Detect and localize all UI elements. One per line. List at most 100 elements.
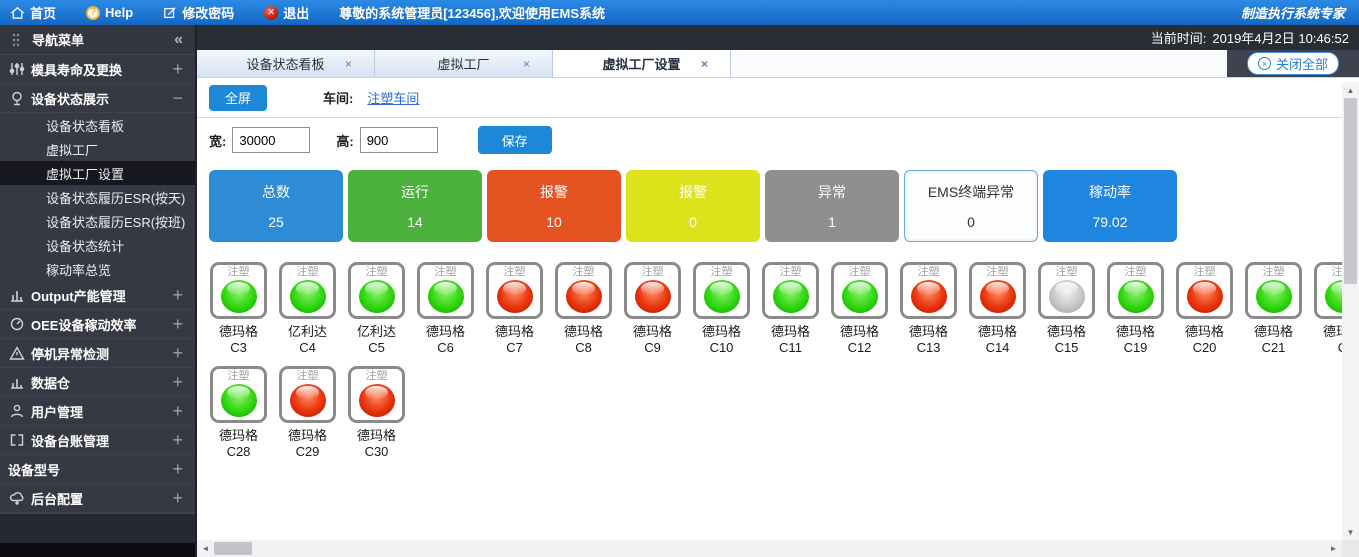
device-tile[interactable]: 注塑 德玛格 C28: [210, 366, 267, 460]
sidebar-footer: [0, 513, 195, 543]
sidebar-item-device-model[interactable]: 设备型号 +: [0, 455, 195, 484]
horizontal-scroll-thumb[interactable]: [214, 542, 252, 555]
scroll-right-arrow[interactable]: ►: [1325, 544, 1342, 553]
device-code: C10: [710, 340, 734, 356]
tab-close-icon[interactable]: ×: [701, 57, 708, 71]
sidebar-item-downtime[interactable]: 停机异常检测 +: [0, 339, 195, 368]
change-password-label: 修改密码: [182, 3, 234, 22]
help-button[interactable]: ? Help: [86, 5, 133, 20]
device-brand: 德玛格: [840, 324, 879, 340]
device-tile[interactable]: 注塑 德玛格 C19: [1107, 262, 1164, 356]
sidebar-item-data-warehouse[interactable]: 数据仓 +: [0, 368, 195, 397]
device-tile[interactable]: 注塑 德玛格 C30: [348, 366, 405, 460]
workshop-link[interactable]: 注塑车间: [367, 88, 419, 107]
stat-label: 报警: [540, 182, 568, 202]
tab-close-icon[interactable]: ×: [345, 57, 352, 71]
device-type-badge: 注塑: [642, 266, 664, 279]
horizontal-scrollbar: ◄ ►: [197, 540, 1359, 557]
device-brand: 德玛格: [357, 428, 396, 444]
height-input[interactable]: [360, 127, 438, 153]
welcome-message: 尊敬的系统管理员[123456],欢迎使用EMS系统: [339, 3, 605, 22]
device-tile[interactable]: 注塑 德玛格 C20: [1176, 262, 1233, 356]
sidebar-item-output[interactable]: Output产能管理 +: [0, 281, 195, 310]
device-tile[interactable]: 注塑 德玛格 C6: [417, 262, 474, 356]
sidebar-item-backend-config[interactable]: 后台配置 +: [0, 484, 195, 513]
sidebar-subitem-esr-by-day[interactable]: 设备状态履历ESR(按天): [0, 185, 195, 209]
expand-icon[interactable]: +: [172, 344, 183, 362]
sidebar-title: 导航菜单: [32, 30, 84, 49]
tab-close-icon[interactable]: ×: [523, 57, 530, 71]
sidebar-item-oee[interactable]: OEE设备稼动效率 +: [0, 310, 195, 339]
sidebar-item-mold-life[interactable]: 模具寿命及更换 +: [0, 55, 195, 84]
device-tile[interactable]: 注塑 德玛格 C10: [693, 262, 750, 356]
device-brand: 德玛格: [1323, 324, 1342, 340]
device-tile[interactable]: 注塑 德玛格 C3: [210, 262, 267, 356]
device-code: C29: [296, 444, 320, 460]
sidebar-item-user-management[interactable]: 用户管理 +: [0, 397, 195, 426]
stat-value: 25: [268, 214, 284, 230]
stat-value: 10: [546, 214, 562, 230]
stat-card-ems-terminal-abnormal: EMS终端异常 0: [904, 170, 1038, 242]
home-button[interactable]: 首页: [10, 3, 56, 22]
scroll-down-arrow[interactable]: ▼: [1342, 524, 1359, 540]
page-content: 全屏 车间: 注塑车间 宽: 高: 保存 总数 25: [197, 78, 1359, 540]
device-tile[interactable]: 注塑 德玛格 C29: [279, 366, 336, 460]
device-tile[interactable]: 注塑 德玛格 C12: [831, 262, 888, 356]
clock-label: 当前时间:: [1151, 28, 1207, 47]
vertical-scroll-thumb[interactable]: [1344, 98, 1357, 284]
downtime-warning-icon: [8, 345, 26, 361]
navigation-sidebar: 导航菜单 « 模具寿命及更换 + 设备状态展示 − 设备状态看板 虚拟工厂 虚拟…: [0, 25, 195, 557]
drag-dots-icon: [12, 32, 20, 48]
device-tile[interactable]: 注塑 德玛格 C9: [624, 262, 681, 356]
sidebar-item-equipment-ledger[interactable]: 设备台账管理 +: [0, 426, 195, 455]
sidebar-subitem-esr-by-shift[interactable]: 设备状态履历ESR(按班): [0, 209, 195, 233]
device-brand: 德玛格: [1116, 324, 1155, 340]
width-input[interactable]: [232, 127, 310, 153]
device-code: C8: [575, 340, 592, 356]
close-all-button[interactable]: × 关闭全部: [1247, 52, 1339, 75]
logout-button[interactable]: 退出: [264, 3, 309, 22]
device-tile[interactable]: 注塑 亿利达 C4: [279, 262, 336, 356]
device-type-badge: 注塑: [1056, 266, 1078, 279]
expand-icon[interactable]: +: [172, 286, 183, 304]
sidebar-collapse-icon[interactable]: «: [174, 31, 183, 49]
expand-icon[interactable]: +: [172, 489, 183, 507]
sidebar-subitem-utilization-overview[interactable]: 稼动率总览: [0, 257, 195, 281]
tab-virtual-factory-settings[interactable]: 虚拟工厂设置 ×: [553, 50, 731, 77]
fullscreen-button[interactable]: 全屏: [209, 85, 267, 111]
expand-icon[interactable]: +: [172, 373, 183, 391]
expand-icon[interactable]: +: [172, 315, 183, 333]
expand-icon[interactable]: +: [172, 431, 183, 449]
device-tile-partial[interactable]: 注塑 德玛格 C: [1314, 262, 1342, 356]
expand-icon[interactable]: +: [172, 60, 183, 78]
device-tile[interactable]: 注塑 德玛格 C15: [1038, 262, 1095, 356]
expand-icon[interactable]: +: [172, 460, 183, 478]
device-tile[interactable]: 注塑 德玛格 C14: [969, 262, 1026, 356]
device-tile[interactable]: 注塑 德玛格 C11: [762, 262, 819, 356]
save-button[interactable]: 保存: [478, 126, 552, 154]
home-icon: [10, 6, 25, 20]
device-tile[interactable]: 注塑 德玛格 C21: [1245, 262, 1302, 356]
device-code: C12: [848, 340, 872, 356]
device-tile[interactable]: 注塑 亿利达 C5: [348, 262, 405, 356]
device-tile[interactable]: 注塑 德玛格 C7: [486, 262, 543, 356]
scroll-up-arrow[interactable]: ▲: [1342, 82, 1359, 98]
change-password-button[interactable]: 修改密码: [163, 3, 234, 22]
device-tile[interactable]: 注塑 德玛格 C13: [900, 262, 957, 356]
device-tile[interactable]: 注塑 德玛格 C8: [555, 262, 612, 356]
sidebar-subitem-virtual-factory-settings[interactable]: 虚拟工厂设置: [0, 161, 195, 185]
sidebar-item-device-status[interactable]: 设备状态展示 −: [0, 84, 195, 113]
sidebar-subitem-device-status-board[interactable]: 设备状态看板: [0, 113, 195, 137]
sidebar-subitem-virtual-factory[interactable]: 虚拟工厂: [0, 137, 195, 161]
scroll-left-arrow[interactable]: ◄: [197, 544, 214, 553]
expand-icon[interactable]: +: [172, 402, 183, 420]
oee-gauge-icon: [8, 316, 26, 332]
collapse-minus-icon[interactable]: −: [172, 89, 183, 107]
status-led: [1256, 280, 1292, 313]
status-led: [1187, 280, 1223, 313]
top-bar: 首页 ? Help 修改密码 退出 尊敬的系统管理员[123456],欢迎使用E…: [0, 0, 1359, 25]
tab-device-status-board[interactable]: 设备状态看板 ×: [197, 50, 375, 77]
tab-virtual-factory[interactable]: 虚拟工厂 ×: [375, 50, 553, 77]
sidebar-subitem-device-status-stats[interactable]: 设备状态统计: [0, 233, 195, 257]
device-brand: 亿利达: [288, 324, 327, 340]
